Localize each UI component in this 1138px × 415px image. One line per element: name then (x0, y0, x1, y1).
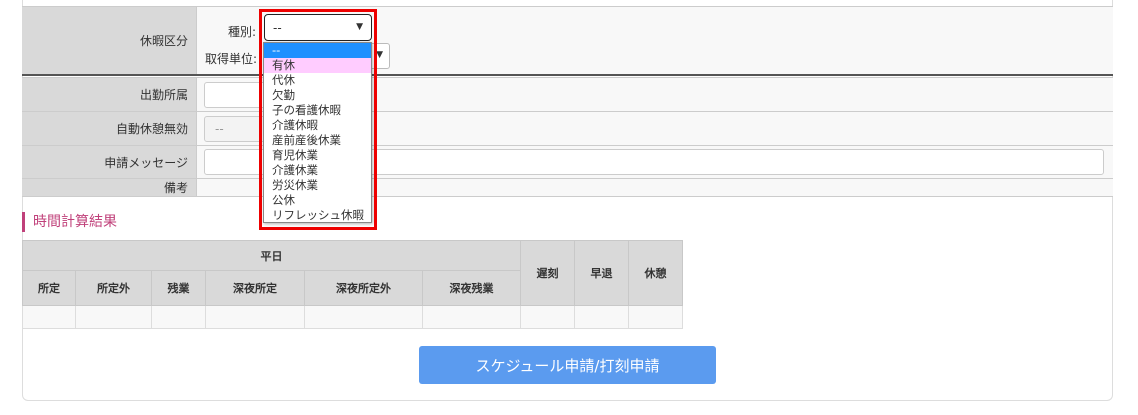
result-heading: 時間計算結果 (22, 212, 117, 232)
row-notes: 備考 (22, 178, 1113, 197)
col-header: 所定 (22, 270, 76, 306)
row-message: 申請メッセージ (22, 145, 1113, 178)
message-label: 申請メッセージ (22, 146, 197, 178)
col-header: 深夜所定外 (304, 270, 423, 306)
col-header: 深夜残業 (422, 270, 521, 306)
group-header: 平日 (22, 240, 521, 271)
col-header: 残業 (151, 270, 206, 306)
auto-break-label: 自動休憩無効 (22, 112, 197, 145)
vacation-label: 休暇区分 (22, 7, 197, 74)
row-auto-break: 自動休憩無効 -- (22, 111, 1113, 145)
submit-button[interactable]: スケジュール申請/打刻申請 (419, 346, 716, 384)
col-header: 早退 (574, 240, 629, 306)
highlight-box (259, 9, 377, 230)
unit-label: 取得単位: (205, 52, 258, 66)
table-row (22, 305, 683, 329)
attendance-label: 出勤所属 (22, 78, 197, 111)
chevron-down-icon: ▼ (376, 50, 383, 60)
col-header: 深夜所定 (205, 270, 305, 306)
col-header: 遅刻 (520, 240, 575, 306)
type-label: 種別: (228, 25, 257, 39)
row-vacation: 休暇区分 種別: 取得単位: ▼ (22, 6, 1113, 76)
row-attendance: 出勤所属 (22, 77, 1113, 111)
col-header: 休憩 (628, 240, 683, 306)
col-header: 所定外 (75, 270, 152, 306)
notes-label: 備考 (22, 179, 197, 196)
result-table: 平日 遅刻 早退 休憩 所定 所定外 残業 深夜所定 深夜所定外 深夜残業 (22, 240, 683, 329)
